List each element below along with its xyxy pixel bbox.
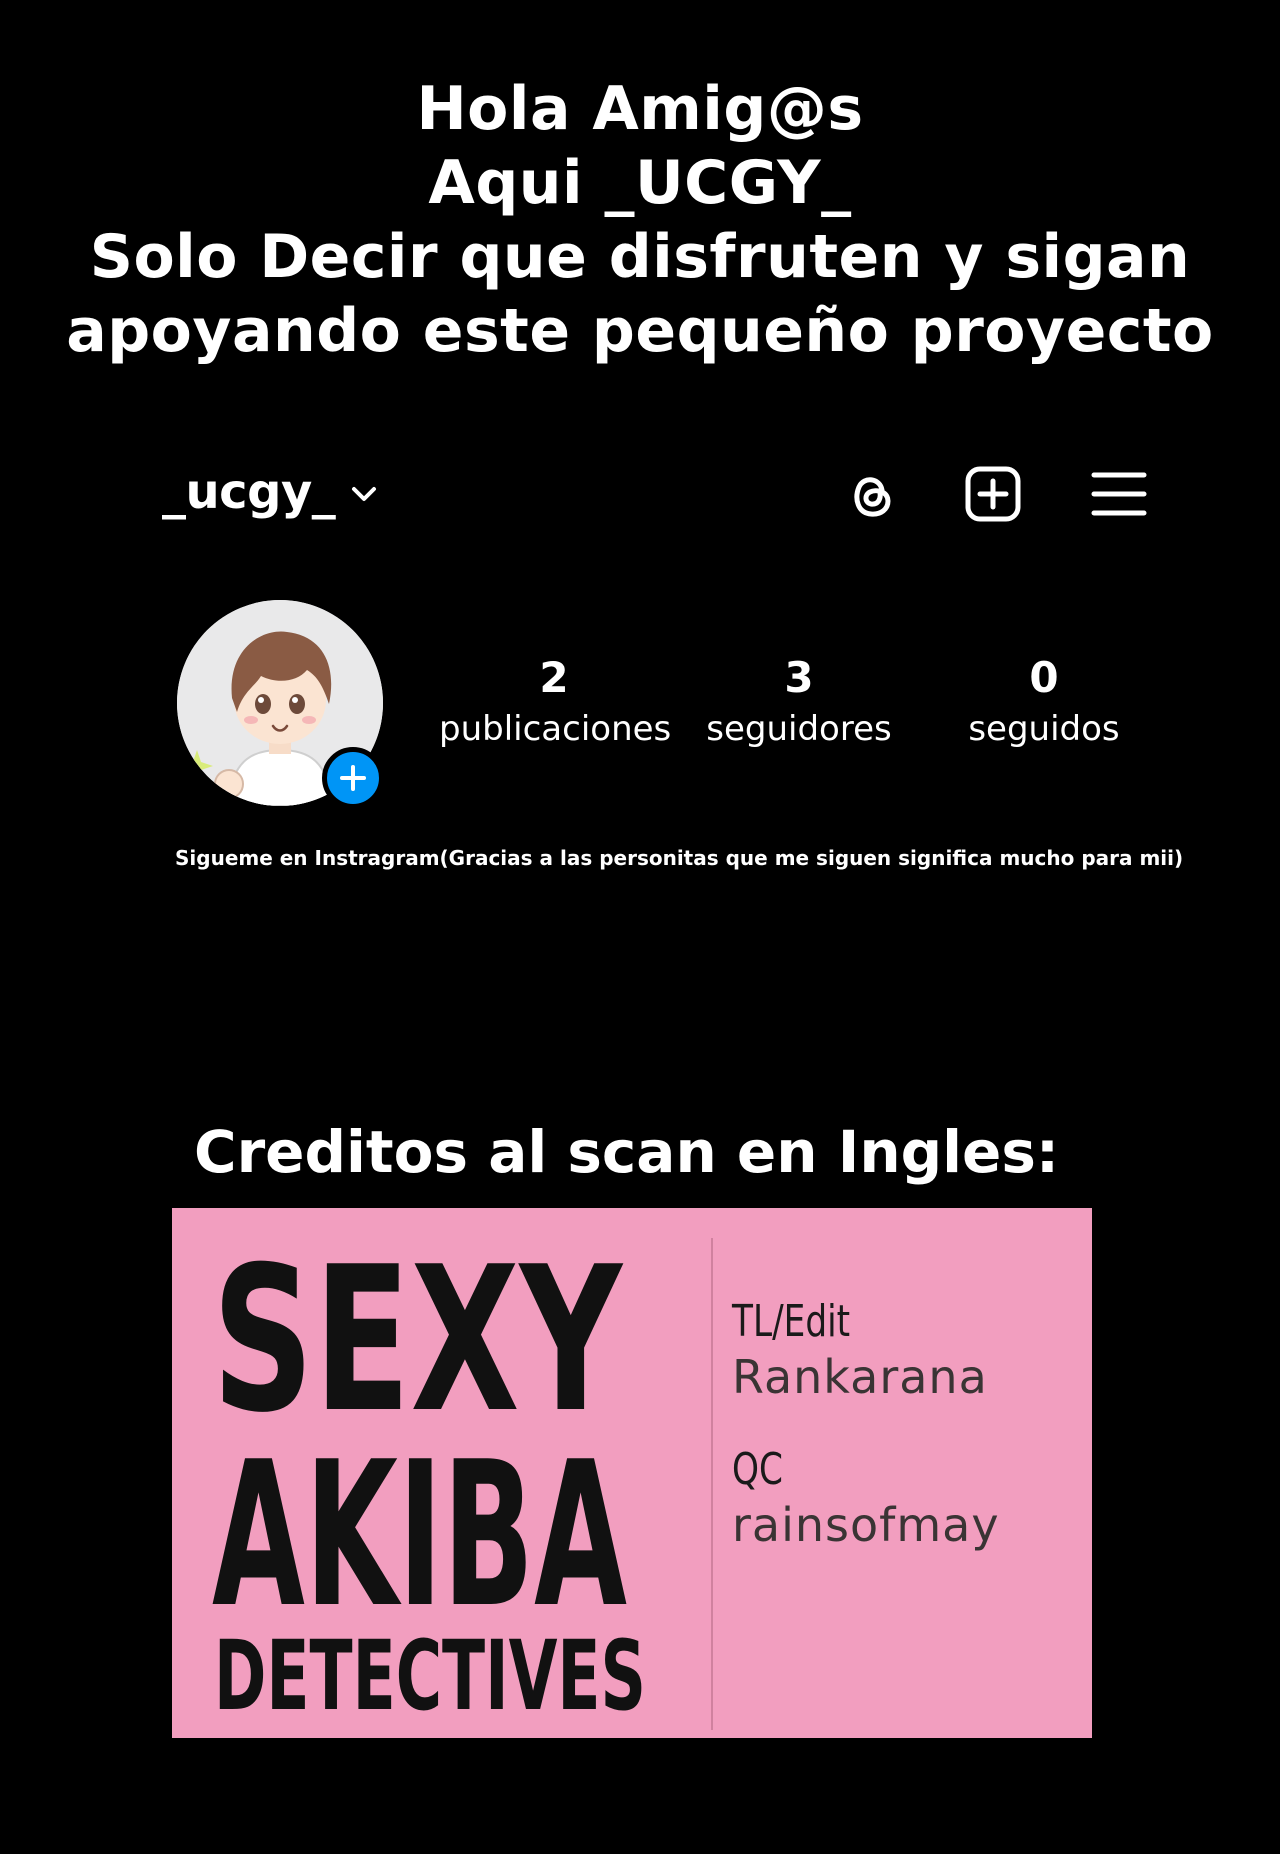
intro-line: Hola Amig@s <box>416 74 864 144</box>
profile-header: _ucgy_ <box>162 458 1158 528</box>
followers-label: seguidores <box>706 709 892 749</box>
following-label: seguidos <box>968 709 1120 749</box>
new-post-icon[interactable] <box>962 463 1024 525</box>
stat-following[interactable]: 0 seguidos <box>929 650 1159 752</box>
intro-line: apoyando este pequeño proyecto <box>66 296 1214 366</box>
profile-username: _ucgy_ <box>162 464 336 520</box>
credit-role-tl-edit: TL/Edit <box>732 1296 851 1347</box>
sexy-akiba-detectives-logo: SEXY AKIBA DETECTIVES <box>212 1234 646 1732</box>
credits-title: Creditos al scan en Ingles: <box>194 1118 1060 1186</box>
logo-line-akiba: AKIBA <box>212 1419 627 1652</box>
threads-icon[interactable] <box>840 463 902 525</box>
intro-message: Hola Amig@s Aqui _UCGY_ Solo Decir que d… <box>0 72 1280 368</box>
posts-count: 2 <box>539 653 569 702</box>
logo-line-detectives: DETECTIVES <box>214 1620 646 1732</box>
stat-posts[interactable]: 2 publicaciones <box>439 650 672 752</box>
credit-name-qc: rainsofmay <box>732 1498 1000 1552</box>
following-count: 0 <box>1029 653 1059 702</box>
credit-role-qc: QC <box>732 1444 783 1495</box>
profile-bio: Sigueme en Instragram(Gracias a las pers… <box>175 846 1184 870</box>
credit-name-tl-edit: Rankarana <box>732 1350 988 1404</box>
intro-line: Aqui _UCGY_ <box>428 148 852 218</box>
stat-followers[interactable]: 3 seguidores <box>684 650 914 752</box>
scanlation-credit-card: SEXY AKIBA DETECTIVES TL/Edit Rankarana … <box>172 1208 1092 1738</box>
followers-count: 3 <box>784 653 814 702</box>
intro-line: Solo Decir que disfruten y sigan <box>89 222 1191 292</box>
posts-label: publicaciones <box>439 709 672 749</box>
account-switcher[interactable]: _ucgy_ <box>162 464 379 520</box>
card-divider <box>711 1238 713 1730</box>
hamburger-menu-icon[interactable] <box>1088 463 1150 525</box>
chevron-down-icon <box>352 487 377 501</box>
add-story-button[interactable] <box>322 747 384 809</box>
plus-icon <box>340 765 366 791</box>
